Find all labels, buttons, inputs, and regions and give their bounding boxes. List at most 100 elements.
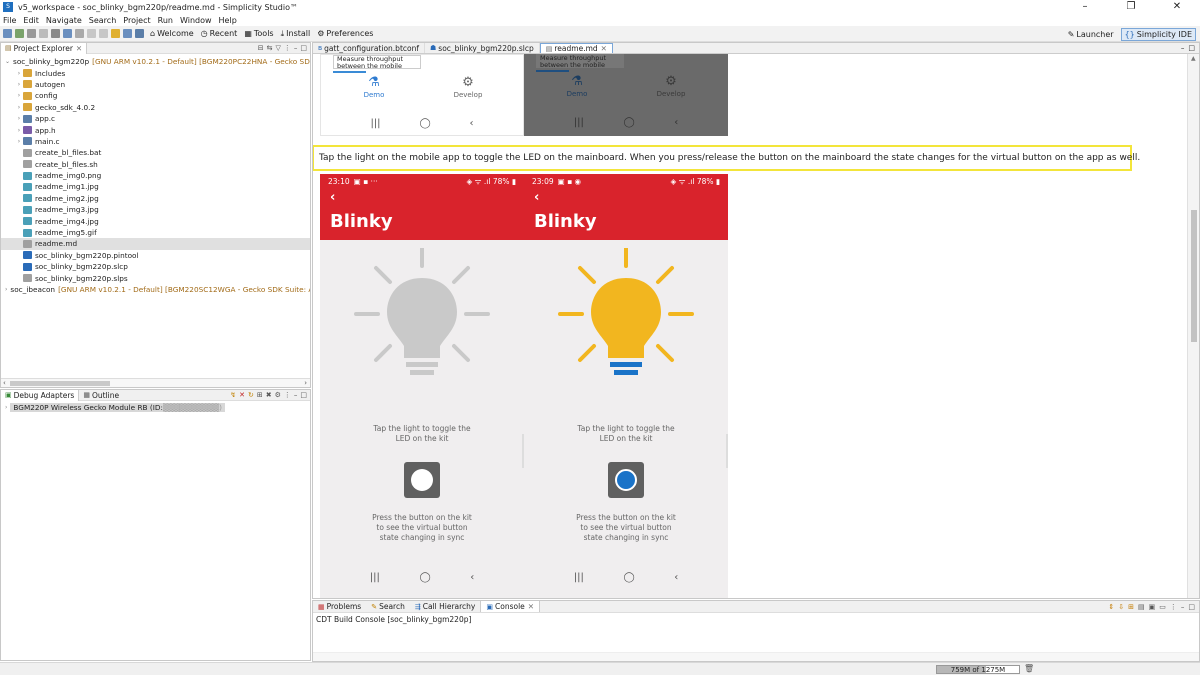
welcome-link[interactable]: ⌂ Welcome [150,29,194,38]
tree-item[interactable]: › Includes [1,67,310,78]
tree-item[interactable]: › main.c [1,136,310,147]
link-editor-icon[interactable]: ⇆ [267,43,273,54]
chevron-right-icon[interactable]: › [5,286,7,293]
simplicity-ide-perspective-button[interactable]: {} Simplicity IDE [1120,28,1196,41]
menu-window[interactable]: Window [180,16,212,25]
preferences-link[interactable]: ⚙ Preferences [317,29,373,38]
tree-item[interactable]: create_bl_files.bat [1,147,310,158]
minimize-button[interactable]: – [1062,0,1108,14]
tab-problems[interactable]: ▦ Problems [313,601,366,612]
tree-item[interactable]: readme_img5.gif [1,227,310,238]
display-console-icon[interactable]: ▣ [1149,601,1156,613]
close-tab-icon[interactable]: ✕ [76,44,82,53]
view-menu-icon[interactable]: ⋮ [1170,601,1177,613]
tree-item[interactable]: readme_img2.jpg [1,193,310,204]
studio-icon[interactable] [135,29,144,38]
save-icon[interactable] [27,29,36,38]
minimize-view-icon[interactable]: – [1181,601,1185,613]
tree-item[interactable]: ⌄ soc_blinky_bgm220p [GNU ARM v10.2.1 - De… [1,56,310,67]
tree-item[interactable]: readme_img4.jpg [1,215,310,226]
maximize-editor-icon[interactable]: □ [1188,43,1195,54]
tree-item[interactable]: readme.md [1,238,310,250]
maximize-view-icon[interactable]: □ [300,390,307,401]
tab-call-hierarchy[interactable]: ⇶ Call Hierarchy [410,601,481,612]
minimize-editor-icon[interactable]: – [1181,43,1185,54]
chevron-right-icon[interactable]: › [15,81,23,88]
chevron-right-icon[interactable]: › [15,70,23,77]
view-menu-icon[interactable]: ⋮ [284,390,291,401]
collapse-all-icon[interactable]: ⊟ [258,43,264,54]
gear-icon[interactable]: ⚙ [275,390,281,401]
new-icon[interactable] [3,29,12,38]
close-tab-icon[interactable]: ✕ [528,602,534,611]
add-adapter-icon[interactable]: ⊞ [257,390,263,401]
scroll-up-icon[interactable]: ▲ [1191,55,1196,62]
chevron-right-icon[interactable]: › [15,104,23,111]
scrollbar-thumb[interactable] [1191,210,1197,342]
menu-run[interactable]: Run [158,16,173,25]
chevron-right-icon[interactable]: › [15,92,23,99]
tree-item[interactable]: readme_img3.jpg [1,204,310,215]
run-icon[interactable] [63,29,72,38]
tree-item[interactable]: › app.h [1,124,310,135]
minimize-view-icon[interactable]: – [294,43,298,54]
restore-button[interactable]: ❐ [1108,0,1154,14]
clear-console-icon[interactable]: ⊞ [1128,601,1134,613]
save-all-icon[interactable] [39,29,48,38]
debug-adapter-row[interactable]: › BGM220P Wireless Gecko Module RB (ID:▒… [1,401,310,413]
pin-icon[interactable]: ⇩ [1118,601,1124,613]
tab-search[interactable]: ✎ Search [366,601,410,612]
menu-project[interactable]: Project [123,16,150,25]
tab-gatt-configuration[interactable]: ʙ gatt_configuration.btconf [313,43,425,53]
maximize-view-icon[interactable]: □ [300,43,307,54]
tree-item[interactable]: › soc_ibeacon [GNU ARM v10.2.1 - Default] … [1,284,310,295]
open-console-icon[interactable]: ▭ [1159,601,1166,613]
external-tools-icon[interactable] [75,29,84,38]
tree-item[interactable]: readme_img0.png [1,170,310,181]
remove-adapter-icon[interactable]: ✖ [266,390,272,401]
tree-item[interactable]: soc_blinky_bgm220p.pintool [1,250,310,261]
menu-file[interactable]: File [3,16,16,25]
disconnect-icon[interactable]: ✕ [239,390,245,401]
tab-project-explorer[interactable]: ▤ Project Explorer ✕ [1,42,88,54]
close-tab-icon[interactable]: ✕ [601,44,607,53]
search-tool-icon[interactable] [87,29,96,38]
tree-item[interactable]: › app.c [1,113,310,124]
close-button[interactable]: ✕ [1154,0,1200,14]
tree-item[interactable]: › autogen [1,79,310,90]
scroll-left-icon[interactable]: ‹ [3,379,6,387]
recent-link[interactable]: ◷ Recent [201,29,238,38]
tree-item[interactable]: soc_blinky_bgm220p.slcp [1,261,310,272]
refresh-icon[interactable]: ↻ [248,390,254,401]
tree-item[interactable]: › config [1,90,310,101]
garbage-collect-icon[interactable]: 🗑 [1024,664,1034,673]
expand-arrow-icon[interactable]: › [5,404,7,411]
build-icon[interactable] [15,29,24,38]
launcher-perspective-button[interactable]: ✎ Launcher [1065,29,1117,40]
heap-status[interactable]: 759M of 1275M [936,665,1020,674]
menu-search[interactable]: Search [89,16,116,25]
scroll-right-icon[interactable]: › [304,379,307,387]
menu-help[interactable]: Help [219,16,237,25]
tools-link[interactable]: ▦ Tools [244,29,273,38]
back-icon[interactable] [99,29,108,38]
tree-item[interactable]: create_bl_files.sh [1,159,310,170]
tab-outline[interactable]: ▦ Outline [79,390,123,401]
forward-icon[interactable] [111,29,120,38]
tab-slcp[interactable]: ☗ soc_blinky_bgm220p.slcp [425,43,540,53]
chevron-down-icon[interactable]: ⌄ [5,58,10,65]
menu-navigate[interactable]: Navigate [46,16,82,25]
connect-icon[interactable]: ↯ [230,390,236,401]
scrollbar-thumb[interactable] [10,381,110,386]
horizontal-scrollbar[interactable] [313,652,1199,661]
maximize-view-icon[interactable]: □ [1188,601,1195,613]
debug-icon[interactable] [51,29,60,38]
open-perspective-icon[interactable] [123,29,132,38]
minimize-view-icon[interactable]: – [294,390,298,401]
word-wrap-icon[interactable]: ▤ [1138,601,1145,613]
scroll-lock-icon[interactable]: ⇕ [1108,601,1114,613]
install-link[interactable]: ⤓ Install [281,29,311,39]
tree-item[interactable]: › gecko_sdk_4.0.2 [1,102,310,113]
view-menu-icon[interactable]: ⋮ [284,43,291,54]
menu-edit[interactable]: Edit [23,16,39,25]
